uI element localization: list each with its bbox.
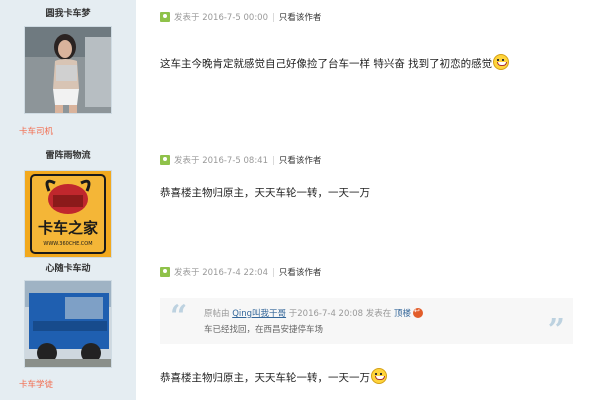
avatar-logo: 卡车之家 WWW.360CHE.COM bbox=[25, 171, 111, 257]
author-sidebar: 圆我卡车梦 卡车司机 雷阵雨物流 卡车之家 WWW.360CHE.COM 心随卡… bbox=[0, 0, 137, 400]
post-date-prefix: 发表于 bbox=[174, 156, 200, 166]
post-content: 这车主今晚肯定就感觉自己好像捡了台车一样 特兴奋 找到了初恋的感觉 bbox=[160, 54, 510, 71]
close-quote-icon: ” bbox=[547, 313, 565, 348]
post-content: 恭喜楼主物归原主，天天车轮一转，一天一万 bbox=[160, 187, 370, 199]
post-meta: 发表于 2016-7-4 22:04 | 只看该作者 bbox=[160, 266, 321, 278]
quote-floor-link[interactable]: 顶楼 bbox=[394, 309, 411, 319]
post-date-prefix: 发表于 bbox=[174, 268, 200, 278]
grin-emoji-icon bbox=[371, 368, 387, 384]
avatar-truck-photo bbox=[25, 281, 111, 367]
author-group: 卡车学徒 bbox=[19, 380, 54, 390]
post-meta: 发表于 2016-7-5 00:00 | 只看该作者 bbox=[160, 11, 321, 23]
avatar-logo-url: WWW.360CHE.COM bbox=[43, 241, 92, 247]
quote-origin-prefix: 原帖由 bbox=[204, 309, 230, 319]
view-author-link[interactable]: 只看该作者 bbox=[279, 156, 322, 166]
avatar[interactable]: 卡车之家 WWW.360CHE.COM bbox=[24, 170, 112, 258]
post-date: 2016-7-5 00:00 bbox=[202, 13, 268, 23]
online-status-icon bbox=[160, 155, 170, 165]
avatar-logo-text: 卡车之家 bbox=[38, 219, 98, 237]
online-status-icon bbox=[160, 267, 170, 277]
open-quote-icon: “ bbox=[170, 299, 188, 334]
quote-author-link[interactable]: Qing叫我干哥 bbox=[232, 309, 286, 319]
post-content: 恭喜楼主物归原主，天天车轮一转，一天一万 bbox=[160, 368, 387, 385]
avatar[interactable] bbox=[24, 26, 112, 114]
post-date-prefix: 发表于 bbox=[174, 13, 200, 23]
back-to-post-icon[interactable] bbox=[412, 307, 423, 318]
author-group: 卡车司机 bbox=[19, 127, 54, 137]
grin-emoji-icon bbox=[493, 54, 510, 70]
post-date: 2016-7-5 08:41 bbox=[202, 156, 268, 166]
view-author-link[interactable]: 只看该作者 bbox=[279, 13, 322, 23]
author-group: 心随卡车动 bbox=[45, 264, 91, 274]
quote-text: 车已经找回，在西昌安捷停车场 bbox=[204, 325, 324, 335]
post-meta: 发表于 2016-7-5 08:41 | 只看该作者 bbox=[160, 154, 321, 166]
author-name[interactable]: 雷阵雨物流 bbox=[0, 148, 136, 161]
online-status-icon bbox=[160, 12, 170, 22]
quote-time: 于2016-7-4 20:08 发表在 bbox=[288, 309, 392, 319]
post-text: 恭喜楼主物归原主，天天车轮一转，一天一万 bbox=[160, 372, 370, 384]
post-quote: “ ” 原帖由 Qing叫我干哥 于2016-7-4 20:08 发表在 顶楼 … bbox=[160, 298, 573, 348]
post-date: 2016-7-4 22:04 bbox=[202, 268, 268, 278]
post-text: 这车主今晚肯定就感觉自己好像捡了台车一样 特兴奋 找到了初恋的感觉 bbox=[160, 58, 493, 70]
view-author-link[interactable]: 只看该作者 bbox=[279, 268, 322, 278]
quote-origin: 原帖由 Qing叫我干哥 于2016-7-4 20:08 发表在 顶楼 bbox=[204, 307, 423, 319]
author-name[interactable]: 圆我卡车梦 bbox=[0, 6, 136, 19]
avatar-photo bbox=[25, 27, 111, 113]
column-divider bbox=[136, 0, 145, 400]
avatar[interactable] bbox=[24, 280, 112, 368]
